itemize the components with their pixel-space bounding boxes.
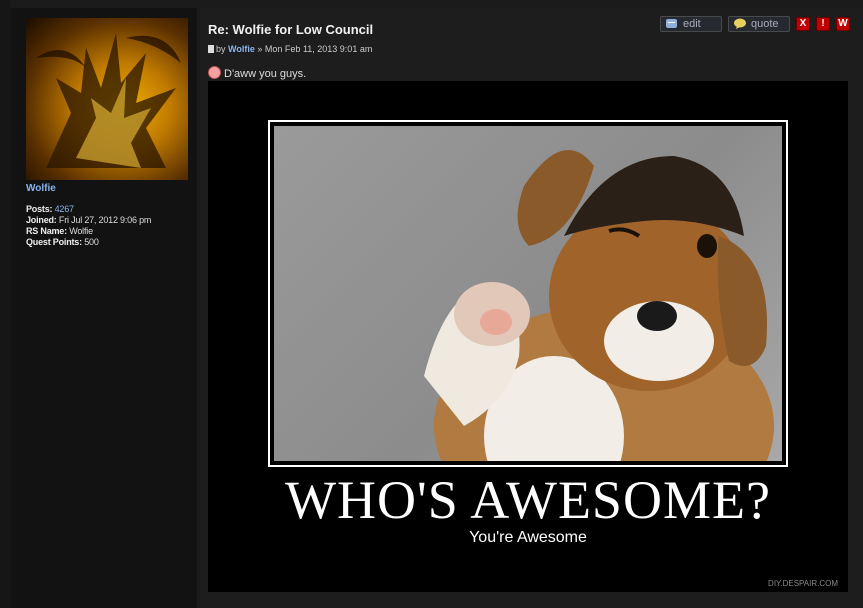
quote-button[interactable]: quote — [728, 16, 790, 32]
quote-icon — [733, 18, 747, 30]
dragon-avatar-art — [36, 33, 181, 168]
byline-separator: » — [257, 44, 263, 54]
post-title[interactable]: Re: Wolfie for Low Council — [208, 22, 373, 37]
quest-points-value: 500 — [84, 237, 99, 247]
edit-button[interactable]: edit — [660, 16, 722, 32]
rsname-value: Wolfie — [69, 226, 93, 236]
blush-smiley-icon — [208, 66, 221, 79]
post-text: D'aww you guys. — [224, 68, 307, 80]
joined-date: Fri Jul 27, 2012 9:06 pm — [58, 215, 152, 225]
author-username[interactable]: Wolfie — [26, 183, 56, 194]
post-content: D'aww you guys. — [208, 66, 306, 80]
poster-watermark: DIY.DESPAIR.COM — [768, 579, 838, 588]
post-icon[interactable] — [208, 45, 214, 53]
quest-points-label: Quest Points: — [26, 237, 82, 247]
warn-button[interactable]: W — [836, 17, 850, 31]
posts-count[interactable]: 4267 — [55, 204, 74, 214]
quote-label: quote — [751, 18, 779, 30]
poster-subline: You're Awesome — [469, 529, 587, 546]
posts-label: Posts: — [26, 204, 53, 214]
puppy-photo — [274, 126, 782, 461]
author-details: Posts: 4267 Joined: Fri Jul 27, 2012 9:0… — [26, 204, 151, 248]
byline-author[interactable]: Wolfie — [228, 44, 255, 54]
poster-frame — [268, 120, 788, 467]
post-date: Mon Feb 11, 2013 9:01 am — [264, 44, 373, 54]
by-label: by — [216, 44, 226, 54]
poster-headline: WHO'S AWESOME? — [285, 470, 771, 530]
delete-button[interactable]: X — [796, 17, 810, 31]
motivational-poster-image: WHO'S AWESOME? You're Awesome DIY.DESPAI… — [208, 81, 848, 592]
post-profile: Wolfie Posts: 4267 Joined: Fri Jul 27, 2… — [11, 8, 197, 608]
post-body: Re: Wolfie for Low Council edit quote X … — [200, 8, 863, 608]
joined-label: Joined: — [26, 215, 57, 225]
edit-label: edit — [683, 18, 701, 30]
left-strip — [0, 0, 11, 608]
report-button[interactable]: ! — [816, 17, 830, 31]
edit-icon — [665, 18, 679, 30]
avatar — [26, 18, 188, 180]
rsname-label: RS Name: — [26, 226, 67, 236]
post-byline: by Wolfie » Mon Feb 11, 2013 9:01 am — [208, 44, 372, 54]
